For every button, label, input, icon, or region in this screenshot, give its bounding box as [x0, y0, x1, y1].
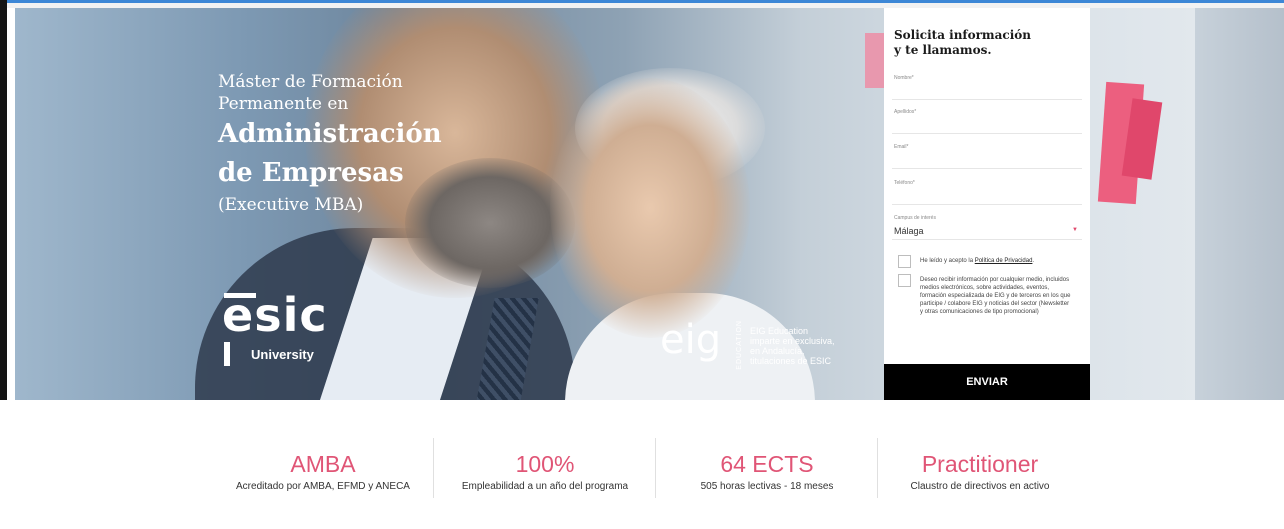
esic-logo-sub: University: [251, 347, 314, 362]
campus-label: Campus de interés: [894, 215, 936, 221]
marketing-consent-text: Deseo recibir información por cualquier …: [920, 277, 1071, 315]
form-title-line: Solicita información: [894, 28, 1031, 42]
form-title-line: y te llamamos.: [894, 43, 992, 57]
privacy-text-label: He leído y acepto la: [920, 258, 974, 264]
top-border: [7, 0, 1284, 8]
hero-title-line: Permanente en: [218, 94, 349, 114]
email-field[interactable]: Email*: [892, 140, 1082, 169]
eig-logo-edu: EDUCATION: [736, 320, 743, 370]
privacy-text: He leído y acepto la Política de Privaci…: [920, 257, 1080, 265]
eig-note: EIG Education imparte en exclusiva, en A…: [750, 326, 860, 366]
esic-logo-bar: [224, 293, 256, 298]
stat-desc: 505 horas lectivas - 18 meses: [700, 481, 834, 492]
telefono-field[interactable]: Teléfono*: [892, 176, 1082, 205]
apellidos-field[interactable]: Apellidos*: [892, 105, 1082, 134]
hero-title-line: Máster de Formación: [218, 72, 403, 92]
stat-desc: Claustro de directivos en activo: [910, 481, 1050, 492]
nombre-label: Nombre*: [894, 75, 914, 81]
eig-logo-word: eig: [660, 317, 722, 363]
campus-value: Málaga: [894, 226, 924, 236]
stat-value: AMBA: [290, 451, 356, 477]
highlights-bar: AMBA Acreditado por AMBA, EFMD y ANECA 1…: [0, 400, 1284, 529]
eig-note-line: imparte en exclusiva,: [750, 336, 835, 346]
contact-form: Solicita información y te llamamos. Nomb…: [884, 8, 1090, 400]
esic-logo-word: esic: [222, 288, 328, 342]
enviar-button[interactable]: ENVIAR: [884, 364, 1090, 400]
eig-note-line: titulaciones de ESIC: [750, 356, 832, 366]
esic-logo-mark: [224, 342, 230, 366]
woman-face: [550, 78, 750, 338]
stat-desc: Acreditado por AMBA, EFMD y ANECA: [236, 481, 410, 492]
stat-value: Practitioner: [921, 451, 1039, 477]
stat-value: 100%: [515, 451, 575, 477]
apellidos-label: Apellidos*: [894, 109, 917, 115]
stat-practitioner: Practitioner Claustro de directivos en a…: [882, 450, 1078, 494]
nombre-field[interactable]: Nombre*: [892, 71, 1082, 100]
privacy-policy-link[interactable]: Política de Privacidad: [975, 258, 1033, 264]
form-title: Solicita información y te llamamos.: [894, 28, 1031, 58]
eig-note-line: EIG Education: [750, 326, 809, 336]
hero-title: Máster de Formación Permanente en Admini…: [218, 71, 442, 217]
hero-title-main: Administración: [218, 119, 442, 149]
stat-ects: 64 ECTS 505 horas lectivas - 18 meses: [662, 450, 872, 494]
hero-title-main: de Empresas: [218, 158, 404, 188]
hero-title-sub: (Executive MBA): [218, 195, 364, 215]
stat-employability: 100% Empleabilidad a un año del programa: [440, 450, 650, 494]
stat-desc: Empleabilidad a un año del programa: [461, 481, 629, 492]
email-label: Email*: [894, 144, 909, 150]
eig-education-logo: eig EDUCATION EIG Education imparte en e…: [660, 317, 835, 370]
background-glass-panel: [1195, 8, 1284, 400]
stat-divider: [655, 438, 656, 498]
campus-select[interactable]: Campus de interés Málaga ▼: [892, 211, 1082, 240]
stat-divider: [433, 438, 434, 498]
privacy-checkbox[interactable]: [898, 255, 911, 268]
chevron-down-icon: ▼: [1072, 227, 1078, 233]
stat-value: 64 ECTS: [720, 451, 814, 477]
marketing-consent-checkbox[interactable]: [898, 274, 911, 287]
hero-banner: Máster de Formación Permanente en Admini…: [15, 8, 1284, 400]
esic-university-logo: esic University: [222, 288, 328, 366]
stat-amba: AMBA Acreditado por AMBA, EFMD y ANECA: [218, 450, 428, 494]
telefono-label: Teléfono*: [894, 180, 915, 186]
privacy-text-end: .: [1032, 258, 1035, 264]
eig-note-line: en Andalucía,: [750, 346, 805, 356]
stat-divider: [877, 438, 878, 498]
